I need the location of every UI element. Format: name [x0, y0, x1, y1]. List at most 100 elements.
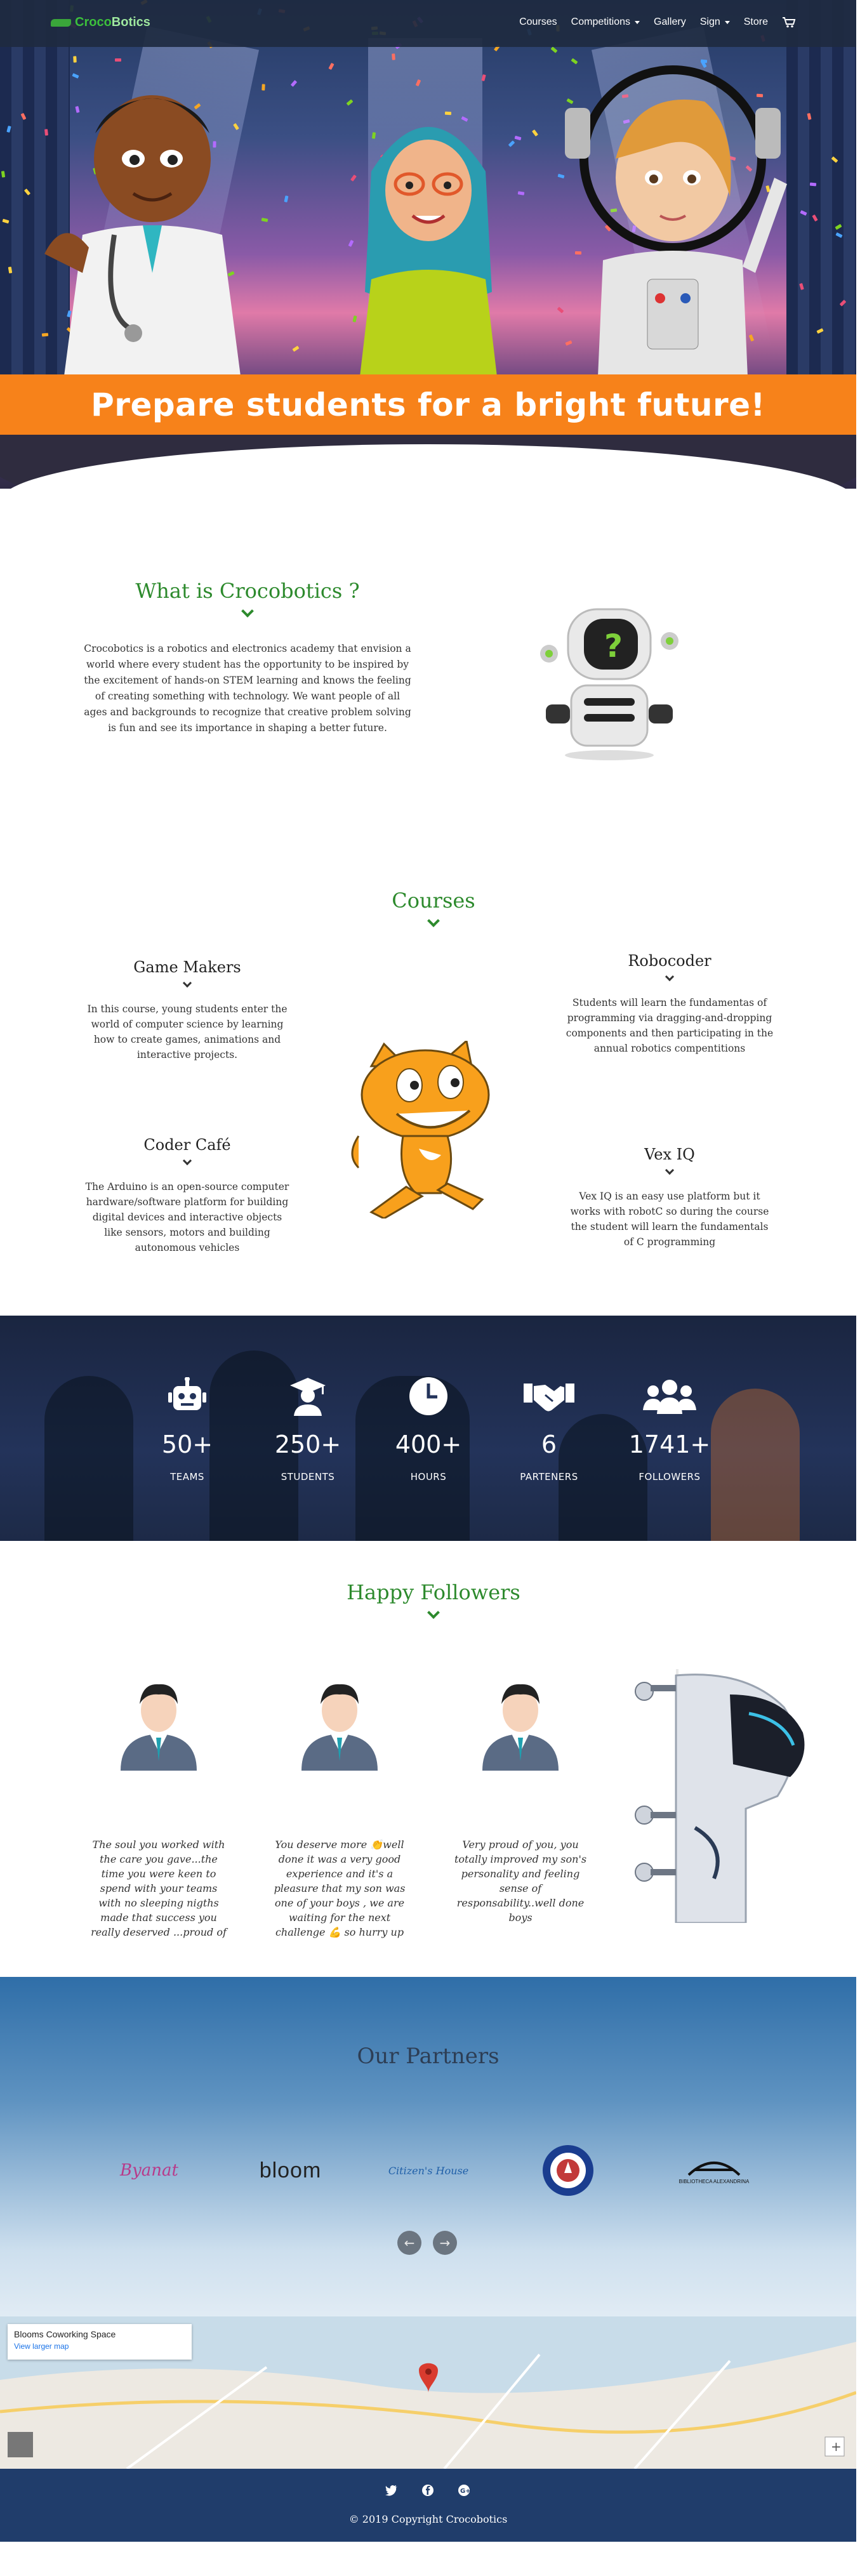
arrow-left-icon: ← [404, 2235, 415, 2250]
partner-logo-text: BIBLIOTHECA ALEXANDRINA [678, 2178, 750, 2184]
course-name: Vex IQ [644, 1146, 695, 1163]
svg-text:+: + [831, 2439, 842, 2454]
map-place-name: Blooms Coworking Space [14, 2329, 116, 2339]
course-card-game-makers[interactable]: Game Makers In this course, young studen… [83, 958, 292, 1062]
courses-section-title: Courses [0, 888, 867, 927]
course-name: Robocoder [628, 952, 711, 970]
confetti-piece [550, 46, 558, 53]
stat-label: FOLLOWERS [639, 1471, 701, 1483]
map-info-card: Blooms Coworking Space View larger map [8, 2324, 192, 2360]
course-name: Coder Café [143, 1136, 231, 1154]
stat-partners: 6 PARTENERS [495, 1376, 603, 1483]
hero-banner: Prepare students for a bright future! [0, 374, 856, 435]
caret-down-icon [724, 20, 730, 24]
course-card-robocoder[interactable]: Robocoder Students will learn the fundam… [565, 952, 774, 1056]
robot-illustration: ? [540, 608, 678, 760]
emblem-seal-icon [543, 2145, 593, 2196]
partner-logo-byanat[interactable]: Byanat [111, 2142, 187, 2199]
svg-text:?: ? [604, 628, 623, 664]
followers-section-title: Happy Followers [0, 1580, 867, 1619]
twitter-icon[interactable] [384, 2483, 399, 2498]
partner-logo-bibliotheca[interactable]: BIBLIOTHECA ALEXANDRINA [673, 2142, 755, 2199]
logo-text-part1: Croco [75, 15, 112, 29]
doctor-character [44, 95, 241, 381]
facebook-icon[interactable] [420, 2483, 435, 2498]
partner-logo-citizens-house[interactable]: Citizen's House [381, 2142, 476, 2199]
hero-banner-text: Prepare students for a bright future! [91, 386, 765, 423]
chevron-down-icon [665, 1165, 675, 1175]
course-description: Students will learn the fundamentas of p… [566, 997, 774, 1054]
background-mascot [711, 1389, 800, 1541]
course-description: In this course, young students enter the… [87, 1003, 288, 1060]
testimonial-text: Very proud of you, you totally improved … [454, 1839, 587, 1924]
partner-logo-text: bloom [259, 2158, 322, 2183]
nav-courses[interactable]: Courses [519, 17, 557, 28]
avatar-icon [301, 1684, 378, 1771]
users-icon [616, 1376, 724, 1417]
view-larger-map-link[interactable]: View larger map [14, 2342, 185, 2351]
about-title-text: What is Crocobotics ? [135, 579, 360, 603]
nav-sign-label: Sign [699, 17, 720, 27]
stat-value: 1741+ [628, 1430, 711, 1458]
nav-competitions[interactable]: Competitions [571, 17, 640, 28]
nav-gallery[interactable]: Gallery [654, 17, 686, 28]
stat-teams: 50+ TEAMS [133, 1376, 241, 1483]
course-description: The Arduino is an open-source computer h… [85, 1181, 289, 1253]
testimonial-text: The soul you worked with the care you ga… [91, 1839, 227, 1938]
stat-label: HOURS [410, 1471, 447, 1483]
course-card-vex-iq[interactable]: Vex IQ Vex IQ is an easy use platform bu… [565, 1146, 774, 1250]
course-card-coder-cafe[interactable]: Coder Café The Arduino is an open-source… [83, 1136, 292, 1255]
bibliotheca-arc-icon [687, 2161, 741, 2176]
nav-store[interactable]: Store [744, 17, 768, 28]
google-plus-icon[interactable]: G+ [456, 2483, 472, 2498]
nav-sign[interactable]: Sign [700, 17, 730, 28]
chevron-down-icon [427, 1606, 440, 1619]
croc-logo-icon [51, 18, 71, 27]
confetti-piece [115, 58, 121, 62]
map-embed[interactable]: + Blooms Coworking Space View larger map [0, 2316, 856, 2469]
nav-menu: Courses Competitions Gallery Sign Store [519, 17, 796, 28]
scratch-cat-illustration [351, 1041, 490, 1219]
stat-value: 50+ [161, 1430, 213, 1458]
astronaut-character [565, 65, 787, 406]
navbar: CrocoBotics Courses Competitions Gallery… [0, 0, 856, 47]
confetti-piece [73, 56, 77, 63]
stat-value: 6 [541, 1430, 557, 1458]
clock-icon [374, 1376, 482, 1417]
graduate-icon [254, 1376, 362, 1417]
chevron-down-icon [241, 605, 254, 618]
handshake-icon [495, 1376, 603, 1417]
confetti-piece [292, 345, 300, 352]
confetti-piece [531, 129, 539, 136]
avatar-icon [121, 1684, 197, 1771]
nav-competitions-label: Competitions [571, 17, 631, 27]
arrow-right-icon: → [439, 2235, 451, 2250]
stat-students: 250+ STUDENTS [254, 1376, 362, 1483]
course-name: Game Makers [133, 958, 241, 976]
partner-logo-text: Citizen's House [388, 2164, 469, 2177]
partner-logo-emblem[interactable] [539, 2142, 597, 2199]
robot-icon [133, 1376, 241, 1417]
chevron-down-icon [427, 915, 440, 927]
confetti-piece [284, 195, 289, 202]
about-section-title: What is Crocobotics ? [89, 579, 406, 618]
confetti-piece [392, 53, 395, 60]
copyright-text: © 2019 Copyright Crocobotics [348, 2513, 508, 2525]
stat-value: 250+ [274, 1430, 341, 1458]
stat-hours: 400+ HOURS [374, 1376, 482, 1483]
courses-title-text: Courses [392, 888, 475, 913]
logo[interactable]: CrocoBotics [51, 15, 150, 30]
avatar-icon [482, 1684, 559, 1771]
cart-icon[interactable] [782, 17, 796, 28]
stat-followers: 1741+ FOLLOWERS [616, 1376, 724, 1483]
chevron-down-icon [665, 972, 675, 982]
stat-label: STUDENTS [281, 1471, 335, 1483]
carousel-prev-button[interactable]: ← [397, 2231, 421, 2255]
confetti-piece [290, 80, 298, 87]
partner-logo-bloom[interactable]: bloom [251, 2142, 330, 2199]
background-person [44, 1376, 133, 1541]
carousel-next-button[interactable]: → [433, 2231, 457, 2255]
stats-section: 50+ TEAMS 250+ STUDENTS 400+ HOURS 6 PAR… [0, 1316, 856, 1541]
about-description: Crocobotics is a robotics and electronic… [84, 643, 411, 734]
partner-logo-text: Byanat [120, 2161, 178, 2180]
